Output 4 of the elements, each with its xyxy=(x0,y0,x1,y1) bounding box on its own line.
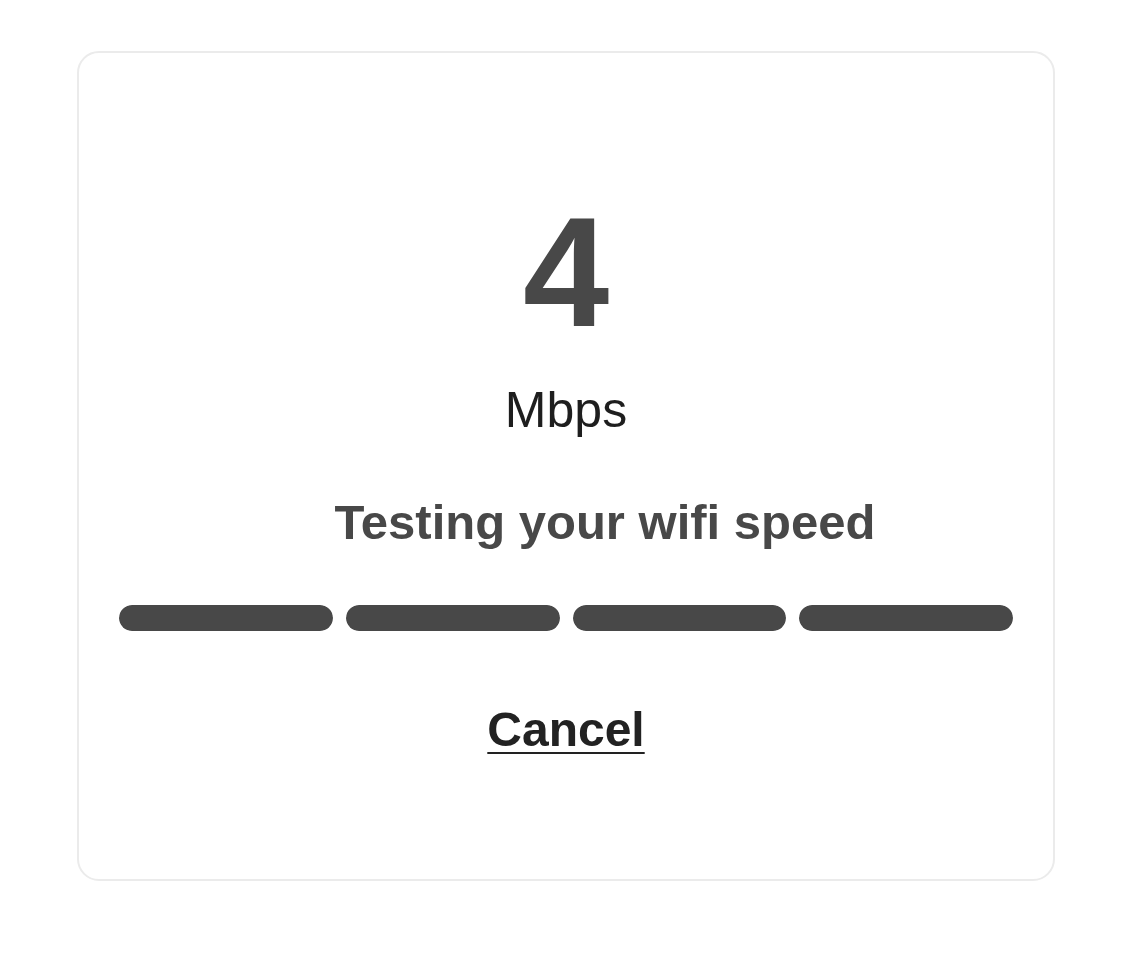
speed-unit: Mbps xyxy=(504,385,628,435)
status-text: Testing your wifi speed xyxy=(334,498,876,547)
cancel-link[interactable]: Cancel xyxy=(487,706,645,754)
speed-value: 4 xyxy=(522,195,610,350)
